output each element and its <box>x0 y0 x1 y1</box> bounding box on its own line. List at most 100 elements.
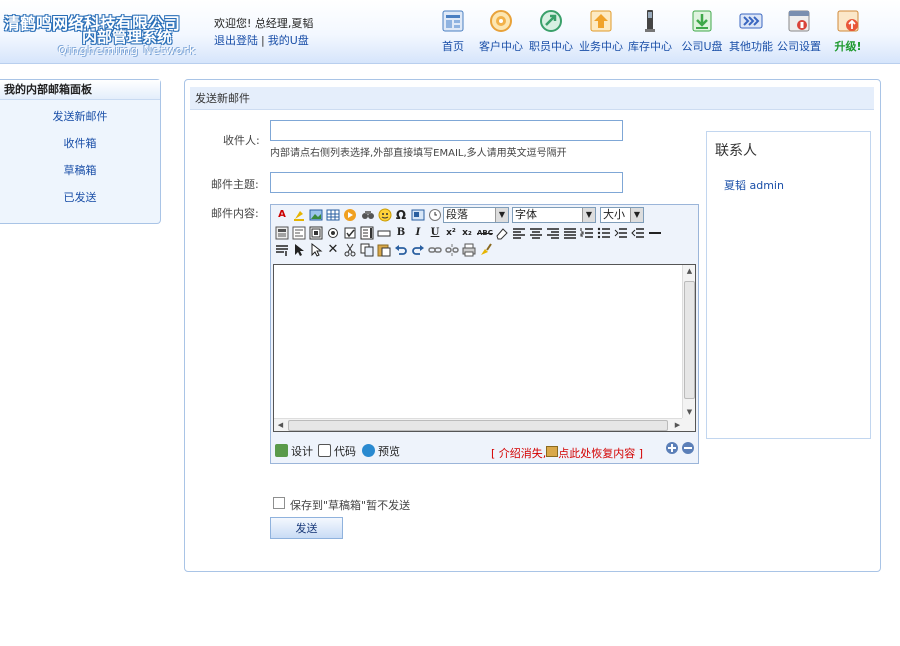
nav-company-settings[interactable]: 公司设置 <box>777 8 821 54</box>
send-button[interactable]: 发送 <box>270 517 343 539</box>
expand-editor-button[interactable] <box>665 441 679 458</box>
select-icon[interactable] <box>292 243 306 257</box>
undo-icon[interactable] <box>394 243 408 257</box>
nav-company-disk[interactable]: 公司U盘 <box>680 8 724 54</box>
editor-horizontal-scrollbar[interactable]: ◀ ▶ <box>274 418 684 431</box>
save-draft-label: 保存到"草稿箱"暂不发送 <box>290 499 411 512</box>
shrink-editor-button[interactable] <box>681 441 695 458</box>
restore-content-link[interactable]: [ 介绍消失, 点此处恢复内容 ] <box>491 445 643 461</box>
nav-other-functions[interactable]: 其他功能 <box>729 8 773 54</box>
save-draft-checkbox[interactable] <box>273 497 285 509</box>
contacts-panel: 联系人 夏韬 admin <box>706 131 871 439</box>
nav-customer-center[interactable]: 客户中心 <box>479 8 523 54</box>
ordered-list-icon[interactable] <box>580 226 594 240</box>
textarea-icon[interactable] <box>360 226 374 240</box>
my-disk-link[interactable]: 我的U盘 <box>268 34 309 47</box>
company-settings-icon <box>786 8 812 34</box>
preview-mode-button[interactable]: 预览 <box>362 443 400 459</box>
outdent-icon[interactable] <box>631 226 645 240</box>
compose-title: 发送新邮件 <box>190 87 874 110</box>
font-select[interactable]: 字体 ▼ <box>512 207 596 223</box>
media-icon[interactable] <box>343 208 357 222</box>
minus-icon <box>682 442 694 454</box>
special-char-icon[interactable]: Ω <box>394 208 408 222</box>
bold-icon[interactable]: B <box>394 226 408 240</box>
checkbox-icon[interactable] <box>343 226 357 240</box>
horizontal-rule-icon[interactable] <box>648 226 662 240</box>
pointer-icon[interactable] <box>309 242 323 257</box>
plus-icon <box>666 442 678 454</box>
underline-icon[interactable]: U <box>428 226 442 240</box>
contact-item[interactable]: 夏韬 admin <box>724 177 784 193</box>
font-color-icon[interactable]: A <box>275 208 289 222</box>
strikethrough-icon[interactable]: ABC <box>477 226 493 240</box>
textfield-icon[interactable] <box>377 226 391 240</box>
design-mode-button[interactable]: 设计 <box>275 443 313 459</box>
recipient-input[interactable] <box>270 120 623 141</box>
datetime-icon[interactable] <box>428 208 442 222</box>
code-mode-button[interactable]: 代码 <box>318 443 356 459</box>
subscript-icon[interactable]: x₂ <box>460 226 474 240</box>
flash-icon[interactable] <box>411 208 425 222</box>
editor-toolbar-row-3: ✕ <box>273 242 698 259</box>
editor-vertical-scrollbar[interactable]: ▲ ▼ <box>682 265 695 419</box>
nav-upgrade[interactable]: 升级! <box>831 8 865 54</box>
home-icon <box>440 8 466 34</box>
size-select[interactable]: 大小 ▼ <box>600 207 644 223</box>
paragraph-select[interactable]: 段落 ▼ <box>443 207 509 223</box>
restore-icon <box>546 446 559 457</box>
editor-content-area[interactable]: ▲ ▼ ◀ ▶ <box>273 264 696 432</box>
paste-icon[interactable] <box>377 243 391 257</box>
indent-icon[interactable] <box>614 226 628 240</box>
find-icon[interactable] <box>361 208 375 222</box>
rich-text-editor: A Ω 段落 ▼ 字体 ▼ 大小 ▼ B I U x² x₂ ABC ✕ ▲ ▼… <box>270 204 699 464</box>
align-center-icon[interactable] <box>529 226 543 240</box>
menu-drafts[interactable]: 草稿箱 <box>0 160 160 187</box>
unlink-icon[interactable] <box>445 243 459 257</box>
staff-icon <box>538 8 564 34</box>
clean-format-icon[interactable] <box>479 243 493 257</box>
contacts-title: 联系人 <box>715 143 757 159</box>
quick-links: 退出登陆 | 我的U盘 <box>214 34 309 47</box>
form-icon[interactable] <box>292 226 306 240</box>
eraser-icon[interactable] <box>495 226 509 240</box>
mailbox-menu: 发送新邮件 收件箱 草稿箱 已发送 <box>0 100 160 214</box>
scroll-left-icon[interactable]: ◀ <box>274 419 287 432</box>
highlight-icon[interactable] <box>292 208 306 222</box>
justify-icon[interactable] <box>563 226 577 240</box>
menu-inbox[interactable]: 收件箱 <box>0 133 160 160</box>
redo-icon[interactable] <box>411 243 425 257</box>
superscript-icon[interactable]: x² <box>444 226 458 240</box>
radio-icon[interactable] <box>326 226 340 240</box>
nav-inventory-center[interactable]: 库存中心 <box>628 8 672 54</box>
align-left-icon[interactable] <box>512 226 526 240</box>
link-icon[interactable] <box>428 243 442 257</box>
nav-staff-center[interactable]: 职员中心 <box>529 8 573 54</box>
table-icon[interactable] <box>326 208 340 222</box>
cut-icon[interactable] <box>343 243 357 257</box>
copy-icon[interactable] <box>360 243 374 257</box>
menu-sent[interactable]: 已发送 <box>0 187 160 214</box>
header: 清鹤鸣网络科技有限公司 内部管理系统 Qinghemimg Network 欢迎… <box>0 0 900 64</box>
scroll-up-icon[interactable]: ▲ <box>683 265 696 278</box>
align-right-icon[interactable] <box>546 226 560 240</box>
paragraph-format-icon[interactable] <box>275 243 289 257</box>
company-disk-icon <box>689 8 715 34</box>
nav-business-center[interactable]: 业务中心 <box>579 8 623 54</box>
recipient-label: 收件人: <box>223 134 260 147</box>
logout-link[interactable]: 退出登陆 <box>214 34 258 47</box>
delete-icon[interactable]: ✕ <box>326 243 340 257</box>
recipient-hint: 内部请点右侧列表选择,外部直接填写EMAIL,多人请用英文逗号隔开 <box>270 148 567 159</box>
subject-input[interactable] <box>270 172 623 193</box>
iframe-icon[interactable] <box>309 226 323 240</box>
unordered-list-icon[interactable] <box>597 226 611 240</box>
customer-icon <box>488 8 514 34</box>
nav-home[interactable]: 首页 <box>435 8 471 54</box>
template-icon[interactable] <box>275 226 289 240</box>
menu-send-new-mail[interactable]: 发送新邮件 <box>0 106 160 133</box>
image-icon[interactable] <box>309 208 323 222</box>
emoticon-icon[interactable] <box>378 208 392 222</box>
code-icon <box>318 444 331 457</box>
italic-icon[interactable]: I <box>411 226 425 240</box>
print-icon[interactable] <box>462 243 476 257</box>
